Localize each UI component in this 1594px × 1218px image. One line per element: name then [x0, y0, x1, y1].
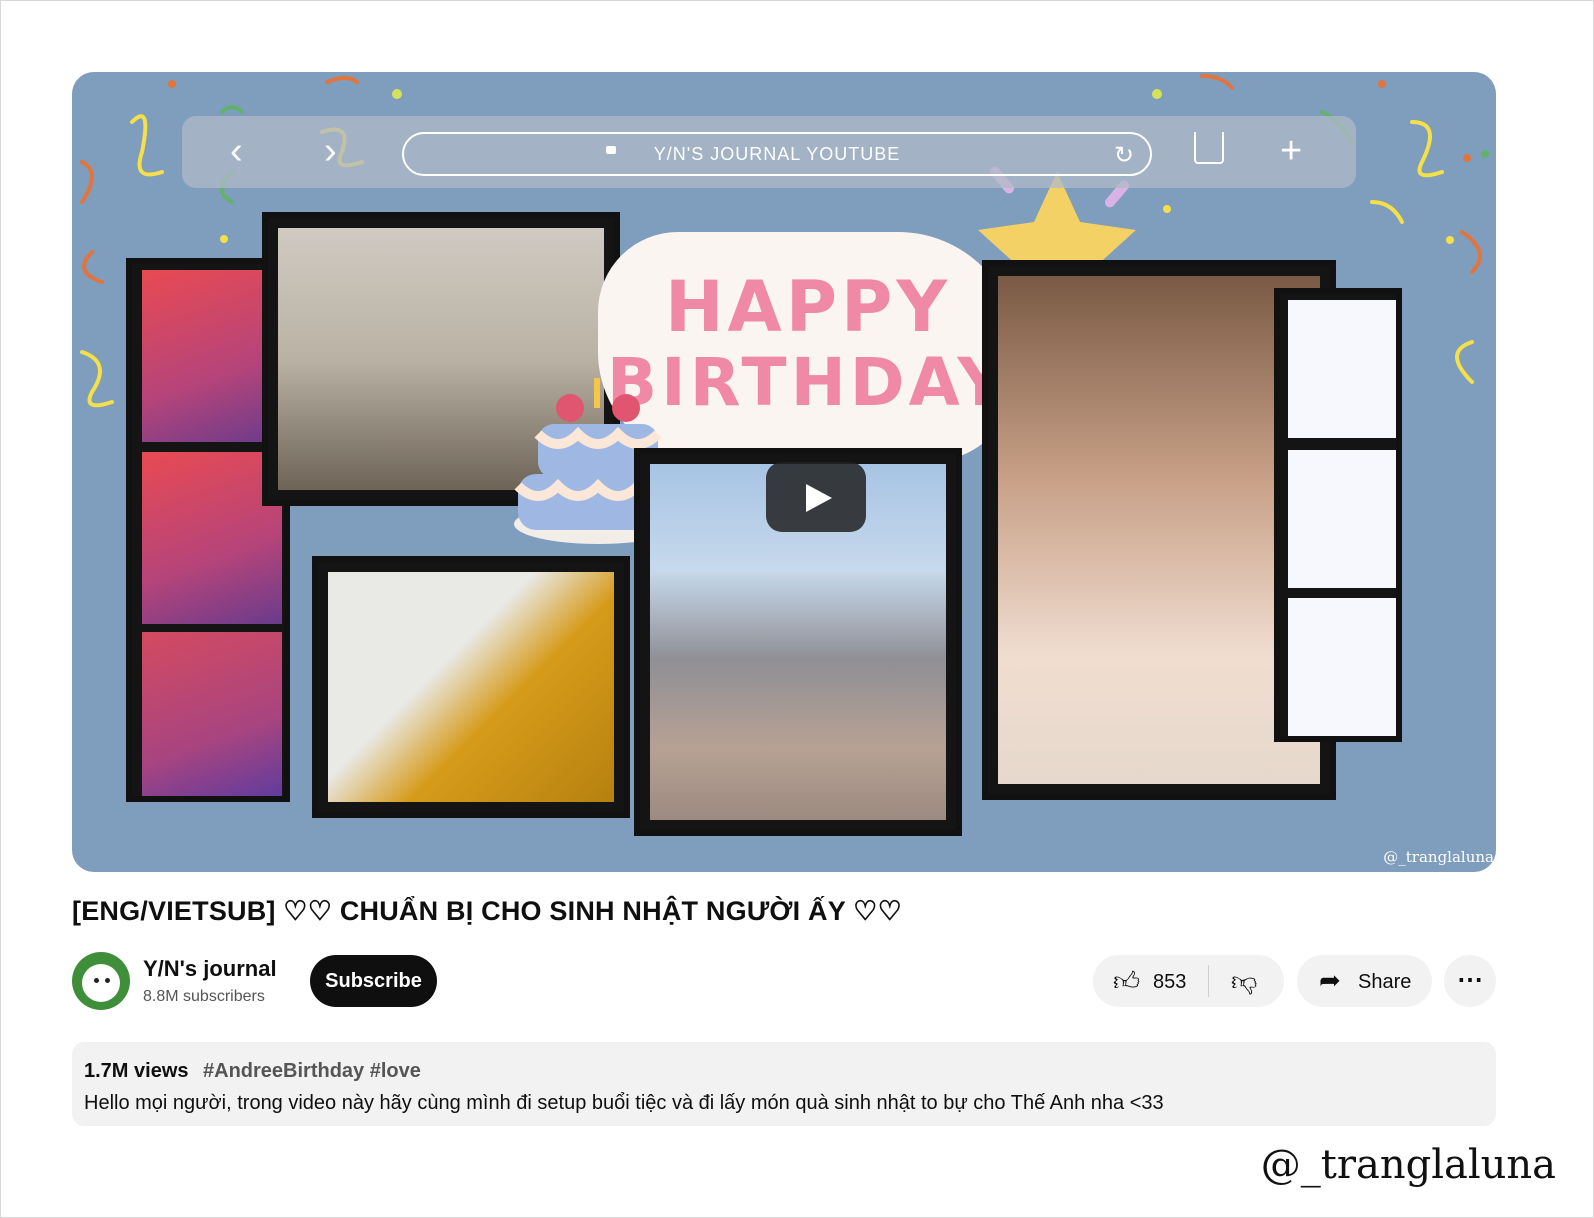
forward-arrow-icon[interactable]: ›: [324, 132, 337, 170]
hashtags[interactable]: #AndreeBirthday #love: [203, 1060, 421, 1083]
thumbs-up-icon[interactable]: 👍︎: [1113, 966, 1140, 997]
thumbs-down-icon[interactable]: 👎︎: [1231, 966, 1257, 997]
video-player[interactable]: ‹ › Y/N'S JOURNAL YOUTUBE ↻ + HAPPY BIRT…: [72, 72, 1496, 872]
subscriber-count: 8.8M subscribers: [143, 988, 265, 1005]
subscribe-button[interactable]: Subscribe: [310, 955, 437, 1007]
like-dislike-bar: 👍︎ 853 👎︎: [1093, 955, 1284, 1007]
channel-name[interactable]: Y/N's journal: [143, 956, 277, 982]
share-box-icon[interactable]: [1194, 132, 1224, 164]
share-label: Share: [1358, 971, 1412, 993]
photo-yellow-jacket: [312, 556, 630, 818]
like-count[interactable]: 853: [1153, 971, 1186, 994]
play-button[interactable]: [766, 462, 866, 532]
film-strip-right: [1274, 288, 1402, 742]
channel-avatar[interactable]: [72, 952, 130, 1010]
url-text: Y/N'S JOURNAL YOUTUBE: [653, 144, 901, 164]
share-button[interactable]: ➦ Share: [1297, 955, 1432, 1007]
bear-sticker-3: [1288, 598, 1396, 736]
description-text: Hello mọi người, trong video này hãy cùn…: [84, 1092, 1164, 1114]
bear-avatar-icon: [82, 964, 120, 1002]
description-box[interactable]: 1.7M views #AndreeBirthday #love Hello m…: [72, 1042, 1496, 1126]
player-watermark: @_tranglaluna: [1383, 848, 1494, 866]
strip-photo-2: [142, 452, 282, 624]
page-watermark: @_tranglaluna: [1260, 1142, 1556, 1188]
divider: [1208, 965, 1209, 997]
url-bar[interactable]: Y/N'S JOURNAL YOUTUBE ↻: [402, 132, 1152, 176]
more-button[interactable]: ⋯: [1444, 955, 1496, 1007]
bear-sticker-2: [1288, 450, 1396, 588]
strip-photo-1: [142, 270, 282, 442]
share-arrow-icon: ➦: [1319, 965, 1341, 995]
avatar-eye-left: [94, 978, 99, 983]
video-title: [ENG/VIETSUB] ♡♡ CHUẨN BỊ CHO SINH NHẬT …: [72, 896, 902, 926]
reload-icon[interactable]: ↻: [1114, 141, 1134, 170]
strip-photo-3: [142, 632, 282, 796]
avatar-eye-right: [105, 978, 110, 983]
bear-sticker-1: [1288, 300, 1396, 438]
view-count: 1.7M views: [84, 1060, 189, 1082]
sticker-happy: HAPPY: [664, 266, 952, 348]
plus-icon[interactable]: +: [1280, 130, 1302, 173]
back-arrow-icon[interactable]: ‹: [230, 132, 243, 170]
